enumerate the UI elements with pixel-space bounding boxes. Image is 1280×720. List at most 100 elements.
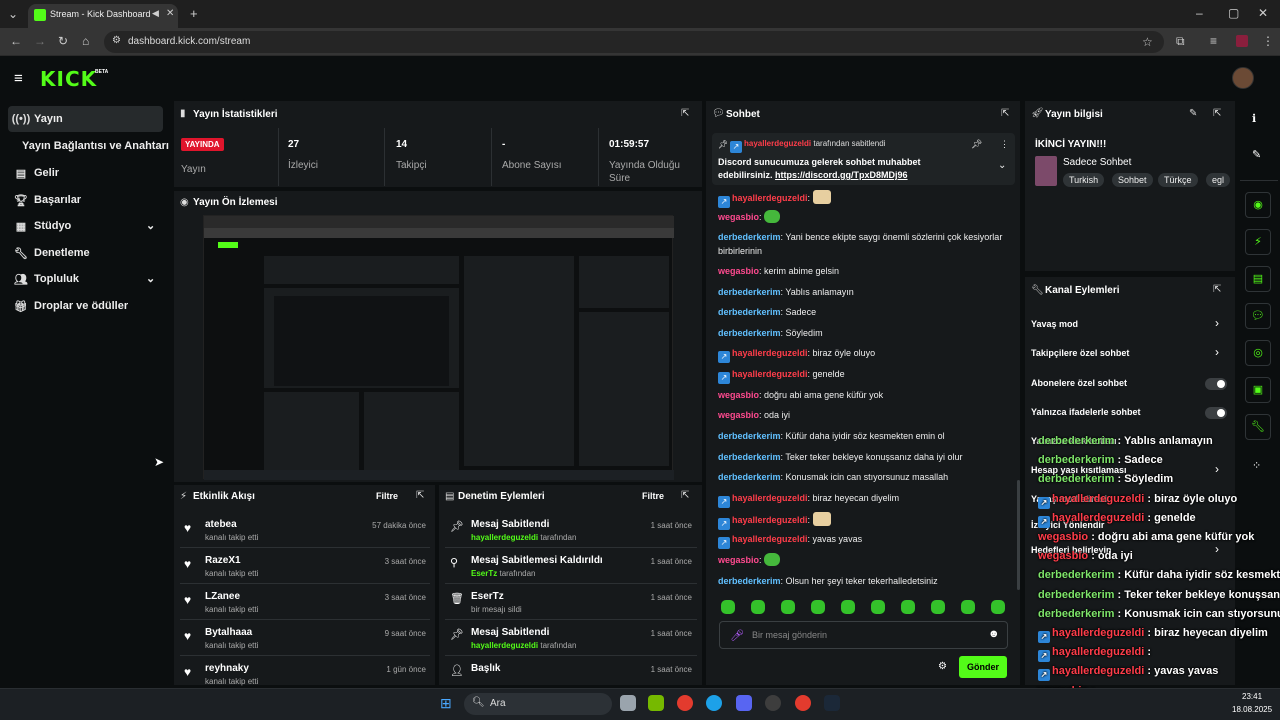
obs-icon[interactable] [765, 695, 781, 711]
activity-user[interactable]: Bytalhaaa [205, 627, 252, 638]
quick-emote-icon[interactable] [871, 600, 885, 614]
chat-input[interactable]: 🎤︎ Bir mesaj gönderin ☻ [719, 621, 1008, 649]
quick-emote-icon[interactable] [931, 600, 945, 614]
chat-username[interactable]: hayallerdeguzeldi [732, 515, 808, 525]
new-tab-icon[interactable]: + [190, 6, 198, 21]
tab-audio-icon[interactable]: ◀ [152, 8, 159, 19]
chat-scrollbar[interactable] [1017, 480, 1020, 590]
activity-user[interactable]: RazeX1 [205, 555, 241, 566]
chat-username[interactable]: hayallerdeguzeldi [732, 493, 808, 503]
edge-icon[interactable] [706, 695, 722, 711]
microphone-icon[interactable]: 🎤︎ [730, 629, 744, 642]
nvidia-icon[interactable] [648, 695, 664, 711]
chat-username[interactable]: derbederkerim [718, 328, 781, 338]
minimize-icon[interactable]: – [1196, 6, 1203, 20]
toggle-switch[interactable] [1205, 378, 1227, 390]
forward-icon[interactable]: → [34, 34, 46, 48]
chat-settings-icon[interactable]: ⚙ [938, 661, 947, 672]
discord-icon[interactable] [736, 695, 752, 711]
pencil-icon[interactable]: ✎ [1252, 148, 1261, 161]
quick-emote-icon[interactable] [901, 600, 915, 614]
quick-emote-icon[interactable] [991, 600, 1005, 614]
chrome-profile-icon[interactable] [795, 695, 811, 711]
chevron-right-icon[interactable]: › [1215, 462, 1219, 476]
chat-username[interactable]: hayallerdeguzeldi [732, 348, 808, 358]
popout-icon[interactable]: ⇱ [416, 490, 424, 501]
info-icon[interactable]: ℹ [1252, 112, 1256, 125]
activity-user[interactable]: atebea [205, 519, 237, 530]
clock-date[interactable]: 18.08.2025 [1232, 705, 1272, 714]
moderation-widget-icon[interactable]: ▤ [1245, 266, 1271, 292]
chrome-icon[interactable] [677, 695, 693, 711]
avatar[interactable] [1232, 67, 1254, 89]
home-icon[interactable]: ⌂ [82, 34, 89, 48]
activity-filter-button[interactable]: Filtre [376, 491, 398, 501]
moderator-name[interactable]: hayallerdeguzeldi [471, 641, 538, 650]
chat-username[interactable]: wegasbio [718, 212, 759, 222]
browser-tab[interactable]: Stream - Kick Dashboard ◀ ✕ [28, 4, 178, 28]
channel-action-label[interactable]: Yalnızca ifadelerle sohbet [1031, 407, 1141, 417]
sidebar-item-moderation[interactable]: 🔧︎ Denetleme [8, 240, 163, 266]
popout-icon[interactable]: ⇱ [1213, 108, 1221, 119]
channel-action-label[interactable]: Yavaş mod [1031, 319, 1078, 329]
media-control-icon[interactable]: ≡ [1210, 34, 1217, 48]
toggle-switch[interactable] [1205, 407, 1227, 419]
more-options-icon[interactable]: ⋮ [1000, 139, 1009, 150]
address-bar[interactable]: ⚙ dashboard.kick.com/stream ☆ [104, 31, 1164, 53]
window-close-icon[interactable]: ✕ [1258, 6, 1268, 20]
moderator-name[interactable]: hayallerdeguzeldi [471, 533, 538, 542]
popout-icon[interactable]: ⇱ [681, 108, 689, 119]
maximize-icon[interactable]: ▢ [1228, 6, 1239, 20]
chat-username[interactable]: derbederkerim [718, 287, 781, 297]
back-icon[interactable]: ← [10, 34, 22, 48]
clock-time[interactable]: 23:41 [1242, 692, 1262, 701]
wrench-widget-icon[interactable]: 🔧︎ [1245, 414, 1271, 440]
hamburger-menu-icon[interactable]: ≡ [14, 70, 23, 87]
quick-emote-icon[interactable] [751, 600, 765, 614]
chat-username[interactable]: hayallerdeguzeldi [732, 193, 808, 203]
chat-widget-icon[interactable]: 💬︎ [1245, 303, 1271, 329]
tab-close-icon[interactable]: ✕ [166, 8, 174, 19]
layout-widget-icon[interactable]: ▣ [1245, 377, 1271, 403]
sidebar-item-achievements[interactable]: 🏆︎ Başarılar [8, 187, 163, 213]
sidebar-item-stream-key[interactable]: Yayın Bağlantısı ve Anahtarı [22, 133, 170, 159]
popout-icon[interactable]: ⇱ [1213, 284, 1221, 295]
broadcast-widget-icon[interactable]: ◎ [1245, 340, 1271, 366]
quick-emote-icon[interactable] [811, 600, 825, 614]
chat-username[interactable]: derbederkerim [718, 452, 781, 462]
dots-icon[interactable]: ⁘ [1252, 459, 1261, 472]
bookmark-star-icon[interactable]: ☆ [1142, 35, 1153, 49]
profile-extension-icon[interactable] [1236, 35, 1248, 47]
steam-icon[interactable] [824, 695, 840, 711]
moderator-name[interactable]: EserTz [471, 569, 497, 578]
channel-action-label[interactable]: Abonelere özel sohbet [1031, 378, 1127, 388]
emoji-icon[interactable]: ☻ [988, 628, 1000, 640]
taskbar-search[interactable]: 🔍︎ Ara [464, 693, 612, 715]
sidebar-item-drops[interactable]: 🎁︎ Droplar ve ödüller [8, 293, 163, 319]
sidebar-item-studio[interactable]: ▦ Stüdyo ⌄ [8, 213, 163, 239]
activity-widget-icon[interactable]: ⚡︎ [1245, 229, 1271, 255]
chevron-right-icon[interactable]: › [1215, 316, 1219, 330]
activity-user[interactable]: LZanee [205, 591, 240, 602]
browser-menu-icon[interactable]: ⋮ [1262, 34, 1274, 48]
quick-emote-icon[interactable] [961, 600, 975, 614]
activity-user[interactable]: reyhnaky [205, 663, 249, 674]
pinned-by-user[interactable]: hayallerdeguzeldi [744, 139, 811, 148]
moderation-filter-button[interactable]: Filtre [642, 491, 664, 501]
channel-action-label[interactable]: Takipçilere özel sohbet [1031, 348, 1129, 358]
stream-preview-video[interactable] [203, 215, 674, 480]
chat-username[interactable]: derbederkerim [718, 307, 781, 317]
chevron-down-icon[interactable]: ⌄ [998, 160, 1006, 171]
chat-username[interactable]: derbederkerim [718, 431, 781, 441]
quick-emote-icon[interactable] [781, 600, 795, 614]
chat-username[interactable]: derbederkerim [718, 576, 781, 586]
extensions-icon[interactable]: ⧉ [1176, 34, 1185, 49]
chat-username[interactable]: wegasbio [718, 266, 759, 276]
chevron-right-icon[interactable]: › [1215, 345, 1219, 359]
tab-list-icon[interactable]: ⌄ [8, 7, 18, 21]
sidebar-item-revenue[interactable]: ▤ Gelir [8, 160, 163, 186]
chevron-right-icon[interactable]: › [1215, 542, 1219, 556]
sidebar-item-community[interactable]: 👥︎ Topluluk ⌄ [8, 266, 163, 292]
edit-icon[interactable]: ✎ [1189, 108, 1197, 119]
windows-start-icon[interactable]: ⊞ [440, 695, 452, 712]
